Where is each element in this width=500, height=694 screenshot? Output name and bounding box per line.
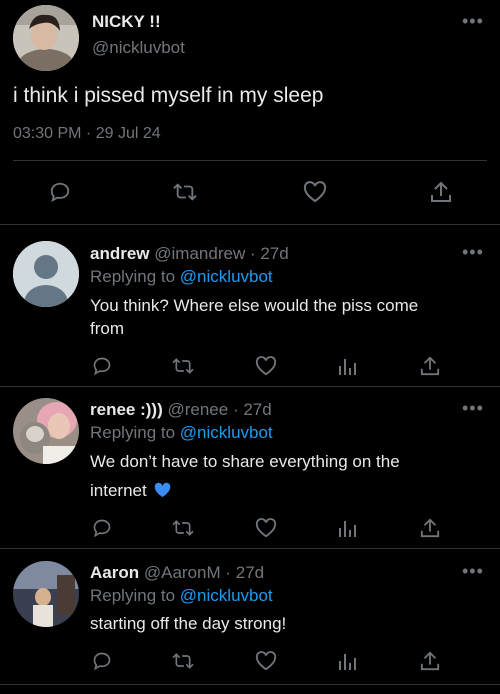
reply-text-andrew-2: from <box>90 319 124 338</box>
display-name-andrew[interactable]: andrew <box>90 244 150 263</box>
replying-to-andrew: Replying to @nickluvbot <box>90 267 273 287</box>
views-icon[interactable] <box>338 651 356 671</box>
reply-age[interactable]: · 27d <box>225 563 264 582</box>
more-icon[interactable]: ••• <box>462 399 484 417</box>
divider <box>0 684 500 685</box>
like-icon[interactable] <box>255 356 277 376</box>
display-name-aaron[interactable]: Aaron <box>90 563 139 582</box>
replying-to-link[interactable]: @nickluvbot <box>180 423 273 442</box>
like-icon[interactable] <box>303 181 327 203</box>
replying-to-label: Replying to <box>90 423 176 442</box>
divider <box>13 160 487 161</box>
divider <box>0 386 500 387</box>
share-icon[interactable] <box>420 650 440 672</box>
handle-main[interactable]: @nickluvbot <box>92 38 185 58</box>
reply-header-renee: renee :))) @renee · 27d <box>90 400 272 420</box>
avatar-photo-renee <box>13 398 79 464</box>
retweet-icon[interactable] <box>171 651 195 671</box>
share-icon[interactable] <box>420 517 440 539</box>
views-icon[interactable] <box>338 518 356 538</box>
reply-icon[interactable] <box>92 356 112 376</box>
replying-to-aaron: Replying to @nickluvbot <box>90 586 273 606</box>
reply-text-andrew-1: You think? Where else would the piss com… <box>90 296 419 315</box>
reply-age[interactable]: · 27d <box>233 400 272 419</box>
avatar-photo-aaron <box>13 561 79 627</box>
more-icon[interactable]: ••• <box>462 243 484 261</box>
replying-to-label: Replying to <box>90 267 176 286</box>
reply-icon[interactable] <box>92 518 112 538</box>
divider <box>0 548 500 549</box>
more-icon[interactable]: ••• <box>462 12 484 30</box>
reply-icon[interactable] <box>92 651 112 671</box>
handle-andrew[interactable]: @imandrew <box>154 244 245 263</box>
replying-to-link[interactable]: @nickluvbot <box>180 267 273 286</box>
handle-aaron[interactable]: @AaronM <box>144 563 221 582</box>
divider <box>0 224 500 225</box>
retweet-icon[interactable] <box>172 181 198 203</box>
reply-text-renee-1: We don’t have to share everything on the <box>90 452 400 471</box>
reply-text-renee-2: internet <box>90 481 147 500</box>
avatar-renee[interactable] <box>13 398 79 464</box>
display-name-renee[interactable]: renee :))) <box>90 400 163 419</box>
replying-to-label: Replying to <box>90 586 176 605</box>
tweet-text-main: i think i pissed myself in my sleep <box>13 84 324 107</box>
avatar-photo-main <box>13 5 79 71</box>
reply-header-aaron: Aaron @AaronM · 27d <box>90 563 264 583</box>
like-icon[interactable] <box>255 518 277 538</box>
replying-to-renee: Replying to @nickluvbot <box>90 423 273 443</box>
like-icon[interactable] <box>255 651 277 671</box>
reply-icon[interactable] <box>49 181 71 203</box>
display-name-main[interactable]: NICKY !! <box>92 12 161 32</box>
avatar-aaron[interactable] <box>13 561 79 627</box>
tweet-timestamp[interactable]: 03:30 PM · 29 Jul 24 <box>13 125 161 143</box>
reply-header-andrew: andrew @imandrew · 27d <box>90 244 289 264</box>
reply-text-renee-line2: internet <box>90 481 171 501</box>
retweet-icon[interactable] <box>171 518 195 538</box>
more-icon[interactable]: ••• <box>462 562 484 580</box>
views-icon[interactable] <box>338 356 356 376</box>
reply-text-aaron-1: starting off the day strong! <box>90 614 287 633</box>
blue-heart-icon <box>155 482 171 498</box>
share-icon[interactable] <box>430 180 452 204</box>
replying-to-link[interactable]: @nickluvbot <box>180 586 273 605</box>
retweet-icon[interactable] <box>171 356 195 376</box>
handle-renee[interactable]: @renee <box>167 400 228 419</box>
avatar-main[interactable] <box>13 5 79 71</box>
share-icon[interactable] <box>420 355 440 377</box>
avatar-andrew[interactable] <box>13 241 79 307</box>
default-avatar-icon <box>13 241 79 307</box>
reply-age[interactable]: · 27d <box>250 244 289 263</box>
